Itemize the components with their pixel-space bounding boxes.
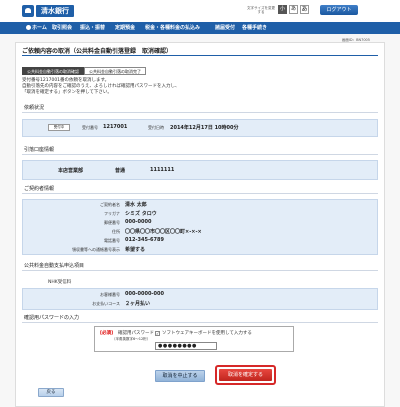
password-sublabel: （半角英数字6～12桁）	[112, 337, 151, 341]
intro-line-3: 「取消を確定する」ボタンを押して下さい。	[22, 90, 112, 95]
cancel-abort-button[interactable]: 取消を中止する	[155, 370, 205, 382]
nav-home-label: ホーム	[32, 25, 47, 31]
logout-button[interactable]: ログアウト	[320, 5, 358, 15]
debit-number: 1111111	[150, 167, 175, 173]
password-label: 確認用パスワード	[118, 331, 154, 336]
title-divider	[22, 55, 378, 56]
page-title: ご依頼内容の取消（公共料金自動引落登録 取消確認）	[22, 48, 173, 55]
contract-label: ご契約者名	[100, 202, 120, 207]
utility-value: 000-0000-000	[125, 291, 164, 297]
logo-mark-icon	[22, 4, 34, 17]
utility-label: お客様番号	[100, 292, 120, 297]
receipt-date-label: 受付日時	[148, 125, 164, 130]
section-request-status: 依頼状況	[22, 104, 378, 113]
contract-label: 領収書等への通帳番号表示	[72, 247, 120, 252]
soft-keyboard-label: ソフトウェアキーボードを使用して入力する	[162, 331, 252, 336]
contract-label: 電話番号	[104, 238, 120, 243]
nav-inquiry[interactable]: 取引照会	[52, 22, 72, 34]
nav-procedures[interactable]: 各種手続き	[242, 22, 267, 34]
nav-home[interactable]: ホーム	[26, 22, 47, 34]
required-badge: [必須]	[100, 331, 114, 336]
contract-value: 000-0000	[125, 219, 152, 225]
contract-value: 清水 太郎	[125, 202, 147, 208]
bank-logo[interactable]: 清水銀行	[22, 4, 74, 17]
password-input[interactable]: ●●●●●●●●	[155, 342, 217, 350]
nav-time-deposit[interactable]: 定期預金	[115, 22, 135, 34]
section-utility: 公共料金自動支払申込項目	[22, 262, 378, 271]
font-size-small[interactable]: 小	[278, 5, 287, 14]
nav-notifications[interactable]: 諸届受付	[215, 22, 235, 34]
intro-text: 受付番号1217001番の依頼を取消します。 自動引落先の内容をご確認のうえ、よ…	[22, 78, 322, 96]
receipt-no-label: 受付番号	[82, 125, 98, 130]
debit-branch: 本店営業部	[58, 168, 84, 174]
back-button[interactable]: 戻る	[38, 388, 64, 397]
checkbox-icon[interactable]: ✓	[155, 331, 160, 336]
font-size-large[interactable]: あ	[300, 5, 309, 14]
contract-value: 〇〇県〇〇市〇〇区〇〇町×-×-×	[125, 229, 202, 235]
home-icon	[26, 24, 31, 30]
debit-type: 普通	[115, 168, 126, 174]
receipt-date: 2014年12月17日 10時00分	[170, 125, 239, 131]
step-indicator: 公共料金自動引落の取消確認 公共料金自動引落の取消完了	[22, 67, 146, 75]
bank-name: 清水銀行	[36, 4, 74, 17]
contract-label: 住所	[112, 229, 120, 234]
status-badge: 受付中	[48, 124, 70, 131]
nav-transfer[interactable]: 振込・振替	[80, 22, 105, 34]
utility-label: お支払いコース	[92, 301, 120, 306]
contract-label: フリガナ	[104, 211, 120, 216]
section-debit-account: 引落口座情報	[22, 146, 378, 155]
contract-label: 郵便番号	[104, 220, 120, 225]
contract-value: 希望する	[125, 247, 146, 253]
contract-value: 012-345-6789	[125, 237, 164, 243]
utility-value: ２ヶ月払い	[125, 301, 151, 307]
font-size-label: 文字サイズを変更する	[247, 6, 275, 14]
utility-company: NHK受信料	[48, 280, 72, 285]
contract-value: シミズ タロウ	[125, 211, 157, 217]
confirm-cancel-button[interactable]: 取消を確定する	[219, 369, 272, 381]
step-next: 公共料金自動引落の取消完了	[84, 67, 146, 75]
section-password: 確認用パスワードの入力	[22, 314, 378, 323]
receipt-no: 1217001	[103, 124, 128, 130]
step-current: 公共料金自動引落の取消確認	[22, 67, 84, 75]
section-contract: ご契約者情報	[22, 185, 378, 194]
nav-tax-payment[interactable]: 税金・各種料金の払込み	[145, 22, 200, 34]
font-size-medium[interactable]: あ	[289, 5, 298, 14]
soft-keyboard-option[interactable]: ✓ ソフトウェアキーボードを使用して入力する	[155, 330, 252, 336]
